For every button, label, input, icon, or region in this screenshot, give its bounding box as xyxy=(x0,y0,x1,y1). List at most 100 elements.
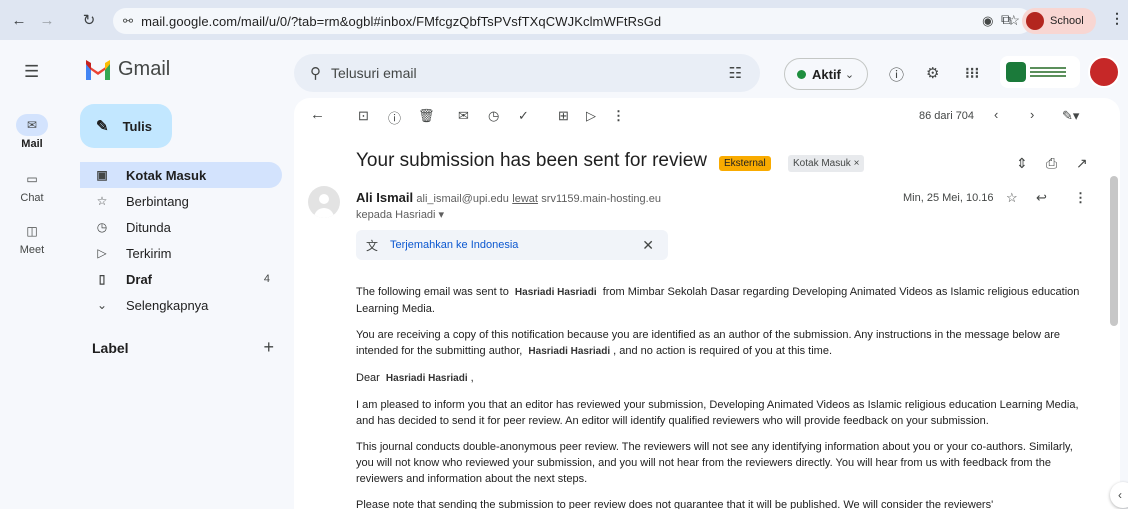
nav-starred[interactable]: ☆ Berbintang xyxy=(80,188,282,214)
search-options-icon[interactable]: ☷ xyxy=(729,64,742,82)
body-paragraph: I am pleased to inform you that an edito… xyxy=(356,399,1079,427)
help-icon[interactable]: ⓘ xyxy=(889,64,904,85)
inbox-icon: ▣ xyxy=(96,168,108,182)
close-icon[interactable]: ✕ xyxy=(642,237,654,254)
profile-avatar xyxy=(1026,12,1044,30)
nav-sent-label: Terkirim xyxy=(126,245,172,261)
via-host: srv1159.main-hosting.eu xyxy=(541,193,661,205)
recipient-name: Hasriadi Hasriadi xyxy=(514,287,597,298)
sender-name[interactable]: Ali Ismail xyxy=(356,190,413,205)
rail-meet[interactable]: ◫ Meet xyxy=(0,220,64,256)
search-input[interactable]: Telusuri email xyxy=(331,65,417,81)
sender-line: Ali Ismail ali_ismail@upi.edu lewat srv1… xyxy=(356,190,661,205)
print-icon[interactable]: ⎙ xyxy=(1046,155,1057,172)
add-task-icon[interactable]: ✓ xyxy=(518,108,529,124)
reload-icon[interactable]: ↻ xyxy=(78,9,100,31)
body-paragraph: Dear Hasriadi Hasriadi, xyxy=(356,372,474,384)
url-text: mail.google.com/mail/u/0/?tab=rm&ogbl#in… xyxy=(141,13,662,29)
rail-chat[interactable]: ▭ Chat xyxy=(0,168,64,204)
nav-snoozed[interactable]: ◷ Ditunda xyxy=(80,214,282,240)
gmail-m-icon xyxy=(86,59,110,80)
inbox-label-chip[interactable]: Kotak Masuk × xyxy=(788,155,865,172)
site-info-icon[interactable]: ⚯ xyxy=(123,14,133,28)
status-selector[interactable]: Aktif ⌄ xyxy=(784,58,868,90)
chat-icon: ▭ xyxy=(26,172,38,186)
star-icon: ☆ xyxy=(96,194,108,208)
body-paragraph: You are receiving a copy of this notific… xyxy=(356,329,1061,357)
chrome-menu-icon[interactable]: ⋮ xyxy=(1110,10,1124,27)
snooze-icon[interactable]: ◷ xyxy=(488,108,499,124)
move-to-icon[interactable]: ⊞ xyxy=(558,108,569,124)
organization-logo[interactable] xyxy=(1000,56,1080,88)
gmail-app: ☰ Gmail ⚲ Telusuri email ☷ Aktif ⌄ ⓘ ⚙ ⁝… xyxy=(0,40,1128,509)
apps-grid-icon[interactable]: ⁝⁝⁝ xyxy=(965,64,979,82)
translate-link[interactable]: Terjemahkan ke Indonesia xyxy=(390,239,518,251)
folder-list: ▣ Kotak Masuk ☆ Berbintang ◷ Ditunda ▷ T… xyxy=(80,162,282,318)
password-key-icon[interactable]: ◉ xyxy=(982,13,993,29)
newer-chevron-icon[interactable]: ‹ xyxy=(994,107,998,122)
recipient-details[interactable]: kepada Hasriadi ▾ xyxy=(356,208,444,221)
nav-inbox[interactable]: ▣ Kotak Masuk xyxy=(80,162,282,188)
settings-gear-icon[interactable]: ⚙ xyxy=(926,64,939,82)
input-tools-icon[interactable]: ✎▾ xyxy=(1062,108,1079,124)
pagination-count: 86 dari 704 xyxy=(919,110,975,122)
rail-chat-label: Chat xyxy=(20,192,44,204)
nav-drafts[interactable]: ▯ Draf 4 xyxy=(80,266,282,292)
external-badge: Eksternal xyxy=(719,156,771,171)
compose-button[interactable]: ✎ Tulis xyxy=(80,104,172,148)
message-scrollbar[interactable] xyxy=(1110,176,1118,326)
reply-icon[interactable]: ↩ xyxy=(1036,190,1047,206)
labels-heading: Label + xyxy=(92,337,274,358)
delete-icon[interactable]: 🗑 xyxy=(418,108,435,124)
rail-meet-label: Meet xyxy=(19,244,45,256)
send-icon: ▷ xyxy=(97,246,107,260)
gmail-logo[interactable]: Gmail xyxy=(84,58,170,81)
expand-all-icon[interactable]: ⇕ xyxy=(1016,155,1028,172)
nav-sent[interactable]: ▷ Terkirim xyxy=(80,240,282,266)
message-toolbar: ← ⊡ ⓘ 🗑 ✉ ◷ ✓ ⊞ ▷ ⋮ 86 dari 704 ‹ › ✎▾ xyxy=(294,98,1120,136)
older-chevron-icon[interactable]: › xyxy=(1030,107,1034,122)
nav-drafts-label: Draf xyxy=(126,271,153,287)
body-paragraph: The following email was sent to Hasriadi… xyxy=(356,286,1080,315)
drafts-count: 4 xyxy=(263,273,270,285)
clock-icon: ◷ xyxy=(96,220,108,234)
meet-video-icon: ◫ xyxy=(26,224,38,238)
message-more-icon[interactable]: ⋮ xyxy=(1074,190,1087,206)
chevron-down-icon: ⌄ xyxy=(844,68,855,81)
rail-mail-label: Mail xyxy=(21,138,43,150)
archive-icon[interactable]: ⊡ xyxy=(358,108,369,124)
mail-icon: ✉ xyxy=(16,114,48,136)
nav-snoozed-label: Ditunda xyxy=(126,219,171,235)
nav-more[interactable]: ⌄ Selengkapnya xyxy=(80,292,282,318)
open-new-window-icon[interactable]: ↗ xyxy=(1076,155,1088,172)
recipient-name: Hasriadi Hasriadi xyxy=(385,373,468,384)
main-menu-icon[interactable]: ☰ xyxy=(24,62,39,82)
mark-unread-icon[interactable]: ✉ xyxy=(458,108,469,124)
via-link[interactable]: lewat xyxy=(512,193,538,205)
label-tag-icon[interactable]: ▷ xyxy=(586,108,596,124)
back-icon[interactable]: ← xyxy=(8,9,30,31)
translate-icon: 文 xyxy=(366,238,379,253)
body-paragraph: This journal conducts double-anonymous p… xyxy=(356,441,1073,485)
forward-icon[interactable]: → xyxy=(36,9,58,31)
message-subject: Your submission has been sent for review xyxy=(356,150,707,171)
nav-more-label: Selengkapnya xyxy=(126,297,209,313)
compose-label: Tulis xyxy=(122,118,152,134)
sender-avatar xyxy=(308,186,340,218)
back-to-inbox-icon[interactable]: ← xyxy=(310,106,325,123)
rail-mail[interactable]: ✉ Mail xyxy=(0,114,64,150)
account-avatar[interactable] xyxy=(1088,56,1120,88)
report-spam-icon[interactable]: ⓘ xyxy=(388,108,401,127)
star-icon[interactable]: ☆ xyxy=(1006,190,1018,206)
status-dot xyxy=(797,69,806,79)
extensions-icon[interactable]: ⧉ xyxy=(1001,11,1011,28)
more-options-icon[interactable]: ⋮ xyxy=(612,108,625,124)
search-icon[interactable]: ⚲ xyxy=(310,64,321,82)
search-bar[interactable]: ⚲ Telusuri email ☷ xyxy=(294,54,760,92)
browser-toolbar: ← → ↻ ⚯ mail.google.com/mail/u/0/?tab=rm… xyxy=(0,0,1128,40)
profile-chip[interactable]: School xyxy=(1022,8,1096,34)
add-label-icon[interactable]: + xyxy=(263,337,274,358)
address-bar[interactable]: ⚯ mail.google.com/mail/u/0/?tab=rm&ogbl#… xyxy=(113,8,1032,34)
profile-name: School xyxy=(1050,15,1084,27)
message-date: Min, 25 Mei, 10.16 xyxy=(903,192,994,204)
